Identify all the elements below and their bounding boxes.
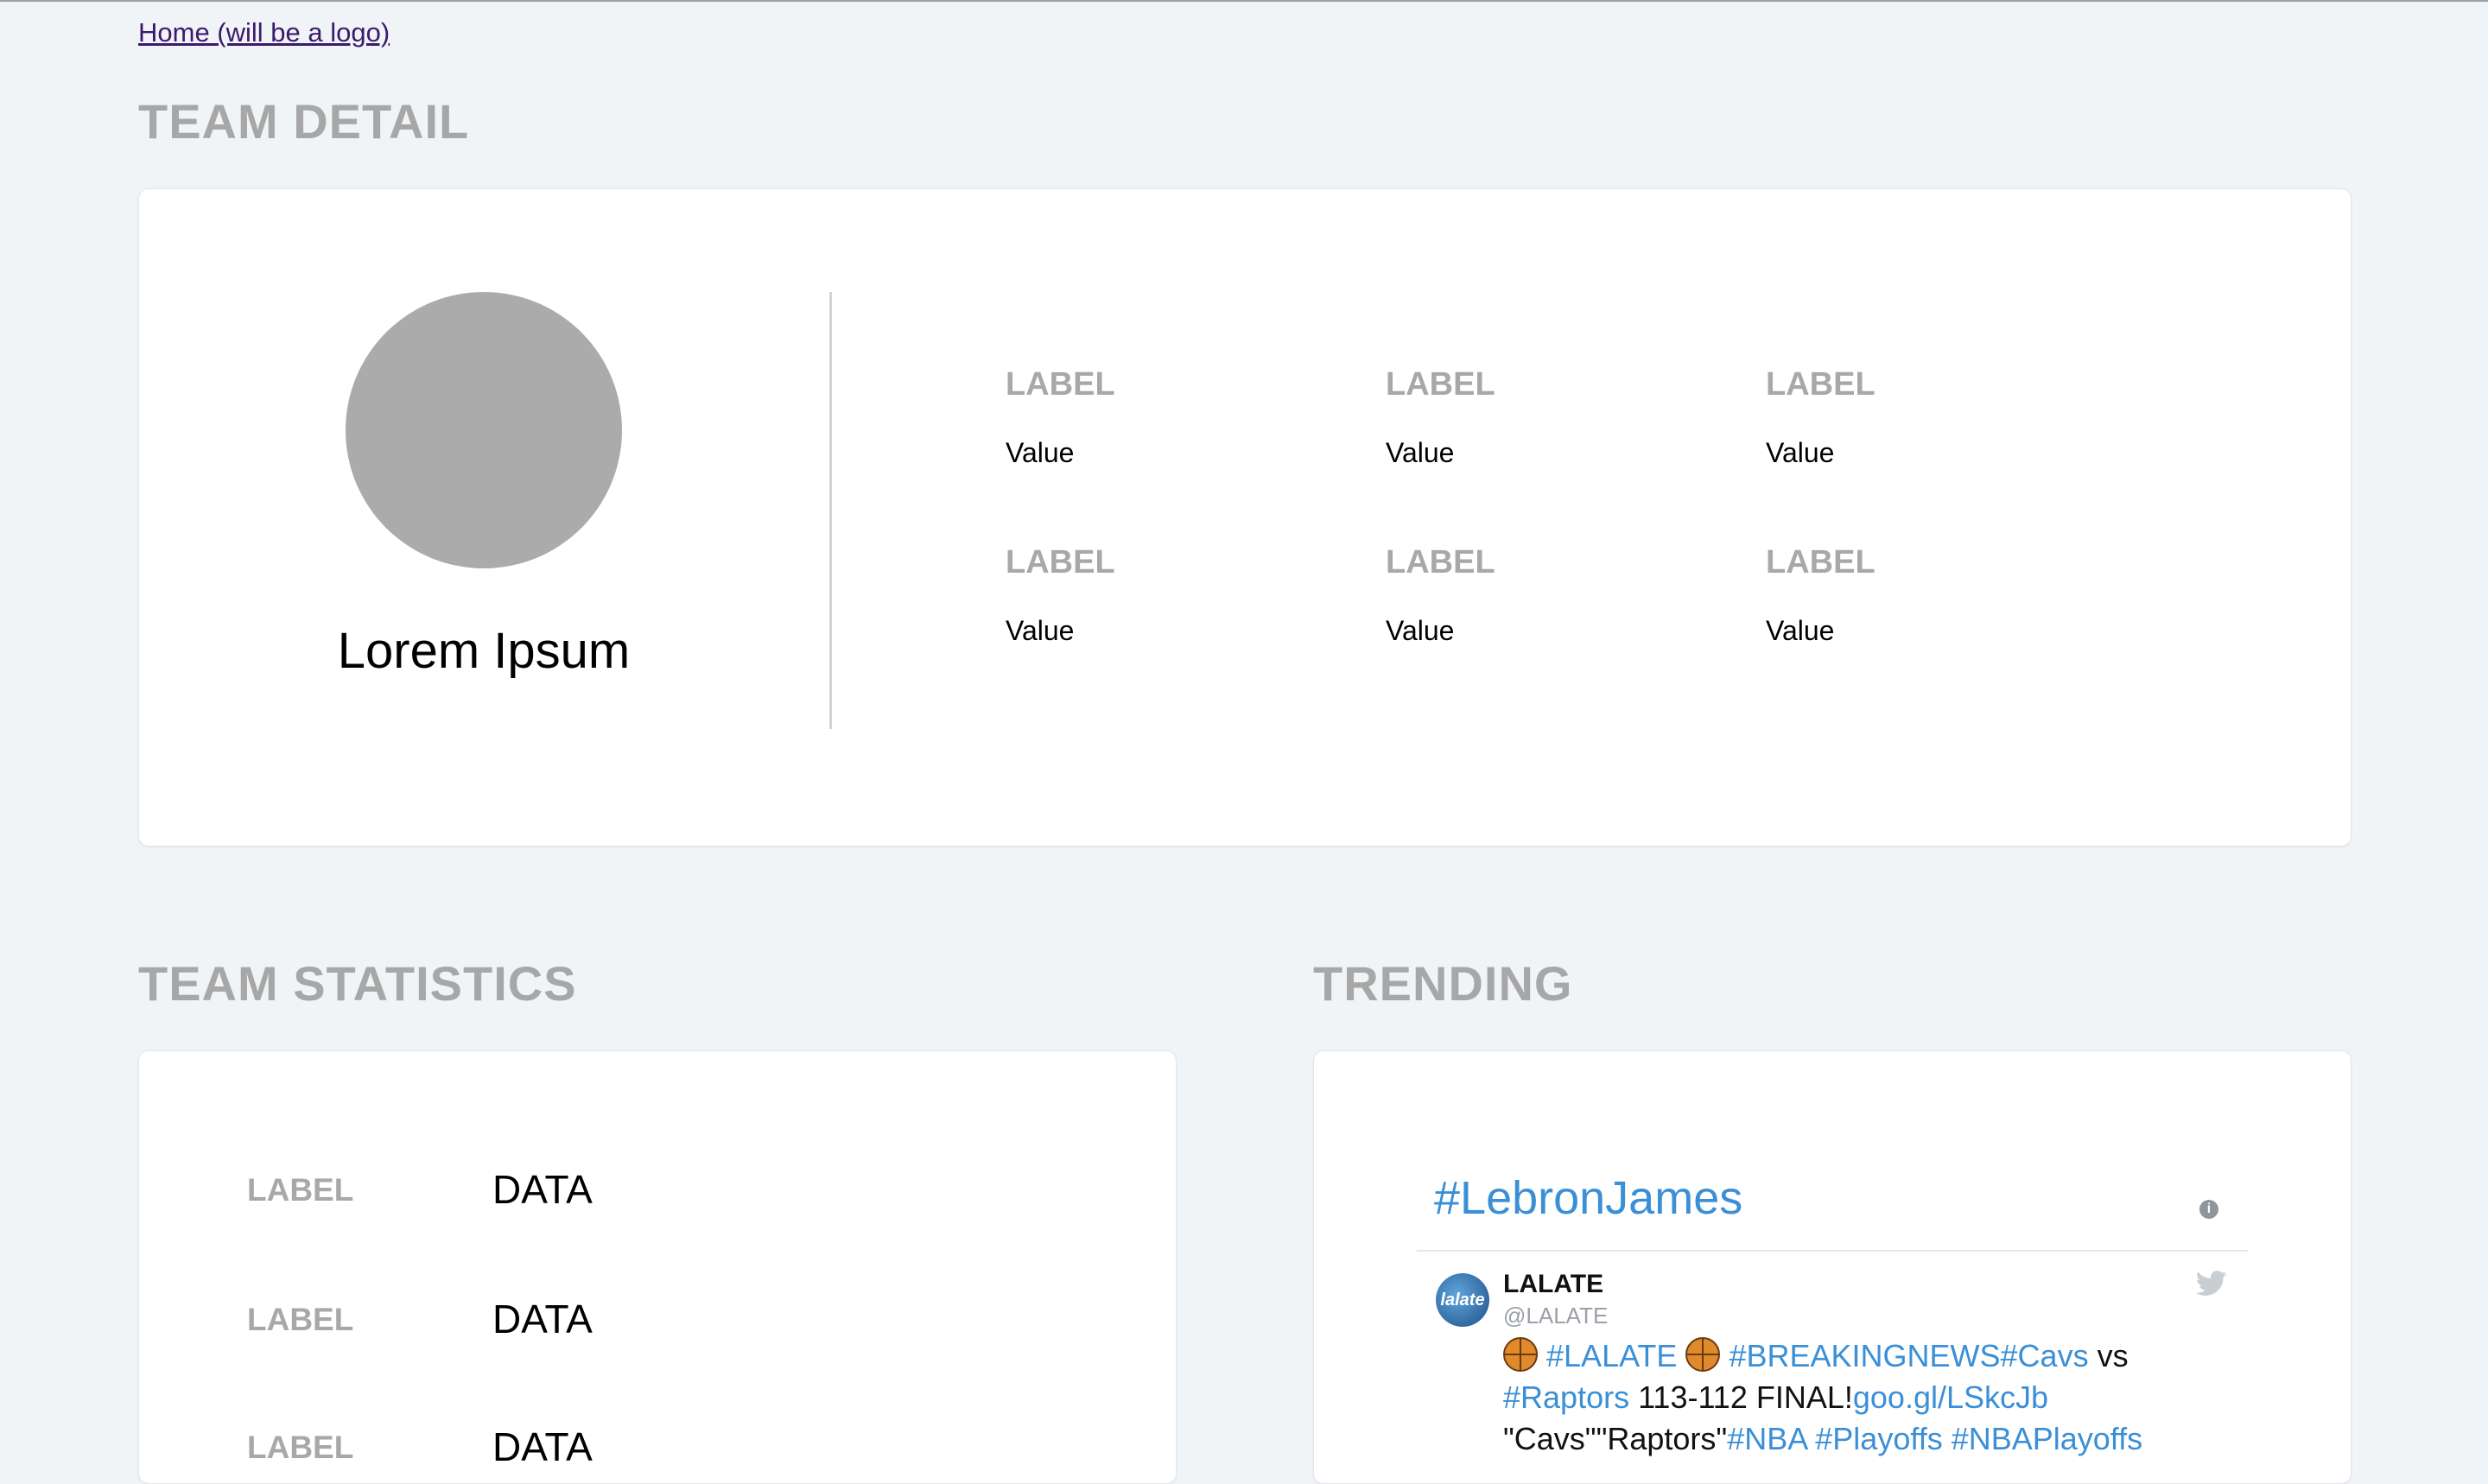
tweet-hashtag-link[interactable]: #LALATE: [1546, 1338, 1677, 1373]
detail-field-value: Value: [1766, 437, 1835, 468]
timeline-divider: [1417, 1250, 2248, 1252]
tweet-author-handle[interactable]: @LALATE: [1503, 1303, 1608, 1329]
detail-field-label: LABEL: [1386, 544, 1495, 580]
basketball-emoji-icon: [1685, 1337, 1721, 1372]
tweet-author-name[interactable]: LALATE: [1503, 1270, 1603, 1299]
tweet-hashtag-link[interactable]: #BREAKINGNEWS#Cavs: [1729, 1338, 2088, 1373]
info-icon[interactable]: i: [2199, 1200, 2218, 1219]
team-avatar: [346, 292, 622, 568]
trending-hashtag-link[interactable]: #LebronJames: [1434, 1171, 1742, 1225]
detail-field-value: Value: [1766, 615, 1835, 646]
stat-data: DATA: [492, 1297, 593, 1341]
stat-label: LABEL: [247, 1430, 354, 1465]
tweet-text-segment: vs: [2088, 1338, 2129, 1373]
tweet-text: #LALATE #BREAKINGNEWS#Cavs vs #Raptors 1…: [1503, 1335, 2229, 1460]
team-detail-title: TEAM DETAIL: [138, 94, 470, 149]
tweet-avatar[interactable]: lalate: [1436, 1273, 1489, 1327]
home-link[interactable]: Home (will be a logo): [138, 17, 390, 48]
tweet-line-3: "Cavs""Raptors"#NBA #Playoffs #NBAPlayof…: [1503, 1418, 2229, 1460]
basketball-emoji-icon: [1503, 1337, 1538, 1372]
team-name: Lorem Ipsum: [337, 623, 631, 679]
tweet-line-1: #LALATE #BREAKINGNEWS#Cavs vs: [1503, 1335, 2229, 1377]
stat-label: LABEL: [247, 1172, 354, 1208]
tweet-text-segment: 113-112 FINAL!: [1629, 1379, 1853, 1415]
detail-field-label: LABEL: [1006, 544, 1115, 580]
detail-field-value: Value: [1386, 615, 1455, 646]
team-statistics-title: TEAM STATISTICS: [138, 956, 577, 1011]
trending-title: TRENDING: [1313, 956, 1573, 1011]
detail-field-value: Value: [1006, 437, 1075, 468]
twitter-bird-icon[interactable]: [2196, 1270, 2227, 1297]
stat-data: DATA: [492, 1424, 593, 1469]
detail-field-value: Value: [1386, 437, 1455, 468]
stat-label: LABEL: [247, 1302, 354, 1337]
team-statistics-card: [138, 1050, 1177, 1484]
detail-divider: [829, 292, 832, 729]
detail-field-label: LABEL: [1766, 544, 1876, 580]
stat-data: DATA: [492, 1167, 593, 1212]
top-border: [0, 0, 2488, 2]
detail-field-label: LABEL: [1006, 366, 1115, 403]
tweet-line-2: #Raptors 113-112 FINAL!goo.gl/LSkcJb: [1503, 1377, 2229, 1418]
detail-field-label: LABEL: [1766, 366, 1876, 403]
detail-field-label: LABEL: [1386, 366, 1495, 403]
detail-field-value: Value: [1006, 615, 1075, 646]
tweet-url-link[interactable]: goo.gl/LSkcJb: [1853, 1379, 2048, 1415]
tweet-hashtag-link[interactable]: #Raptors: [1503, 1379, 1629, 1415]
